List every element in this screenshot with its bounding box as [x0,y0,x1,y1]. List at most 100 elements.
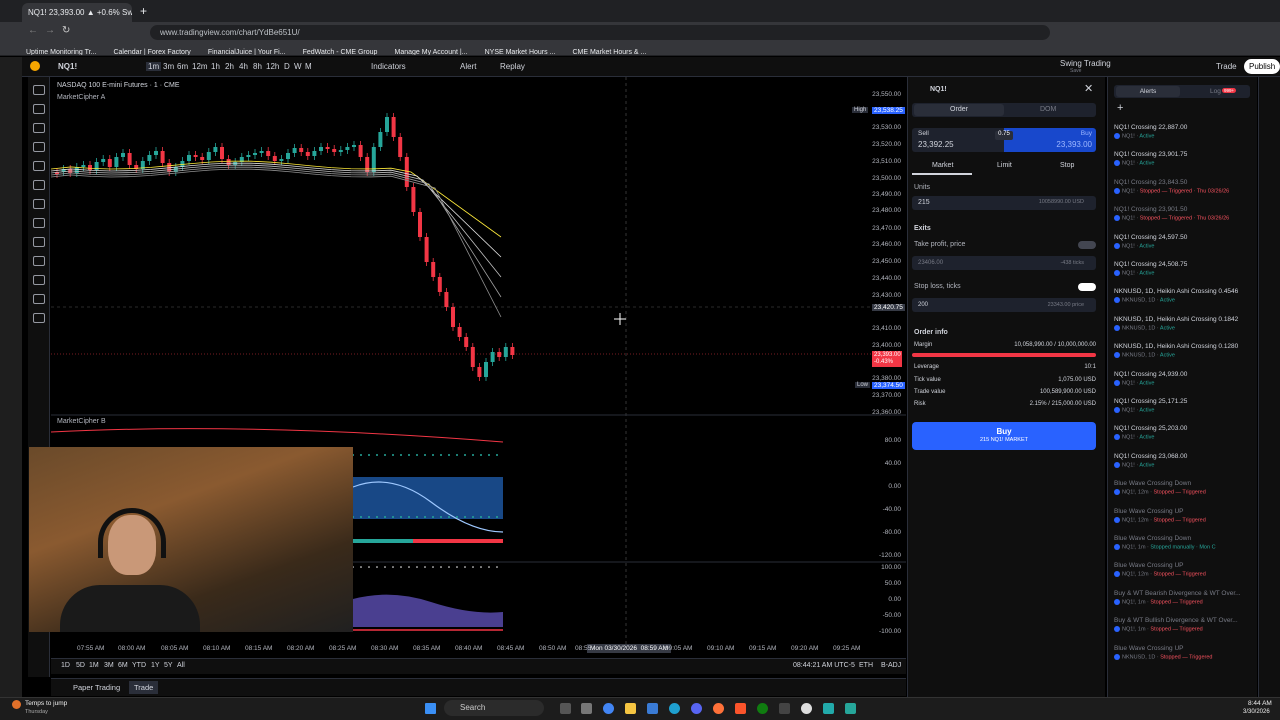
alert-item[interactable]: Blue Wave Crossing UP NKNUSD, 1D · Stoppe… [1114,645,1254,660]
weather-text[interactable]: Temps to jump [25,700,67,707]
stop-loss-toggle[interactable] [1078,283,1096,291]
forward-icon[interactable]: → [45,25,55,36]
interval-4h[interactable]: 4h [239,62,248,71]
price-axis[interactable]: 23,550.00 23,530.00 23,520.00 23,510.00 23,5… [852,77,907,657]
tab-alerts[interactable]: Alerts [1116,86,1180,97]
interval-1m[interactable]: 1m [146,62,162,71]
bookmark-item[interactable]: Calendar | Forex Factory [113,49,190,55]
bookmark-item[interactable]: FinancialJuice | Your Fi... [208,49,286,55]
alert-button[interactable]: Alert [460,62,476,71]
replay-button[interactable]: Replay [500,62,525,71]
range-ytd[interactable]: YTD [132,662,146,669]
new-tab-icon[interactable]: + [140,4,147,18]
alert-item[interactable]: NQ1! Crossing 23,843.50 NQ1! · Stopped — … [1114,179,1254,194]
folder-icon[interactable] [625,703,636,714]
range-1d[interactable]: 1D [61,662,70,669]
edge-icon[interactable] [669,703,680,714]
bookmark-item[interactable]: Manage My Account |... [395,49,468,55]
magnet-icon[interactable] [32,256,45,266]
range-5y[interactable]: 5Y [164,662,173,669]
fib-icon[interactable] [32,123,45,133]
interval-12h[interactable]: 12h [266,62,279,71]
range-6m[interactable]: 6M [118,662,128,669]
alert-item[interactable]: NQ1! Crossing 23,068.00 NQ1! · Active [1114,453,1254,468]
alert-item[interactable]: NQ1! Crossing 23,901.75 NQ1! · Active [1114,151,1254,167]
bookmark-item[interactable]: FedWatch - CME Group [303,49,378,55]
interval-w[interactable]: W [294,62,302,71]
cursor-icon[interactable] [32,85,45,95]
interval-8h[interactable]: 8h [253,62,262,71]
taskbar-date[interactable]: 3/30/2026 [1243,709,1270,715]
zoom-icon[interactable] [32,237,45,247]
brave-icon[interactable] [735,703,746,714]
layout-name[interactable]: Swing Trading [1060,59,1111,68]
mail-icon[interactable] [647,703,658,714]
interval-1h[interactable]: 1h [211,62,220,71]
interval-d[interactable]: D [284,62,290,71]
measure-icon[interactable] [32,218,45,228]
trade-button[interactable]: Trade [1216,62,1237,71]
trash-icon[interactable] [32,313,45,323]
bookmark-item[interactable]: Uptime Monitoring Tr... [26,49,96,55]
alert-item[interactable]: NQ1! Crossing 25,203.00 NQ1! · Active [1114,425,1254,441]
task-view-icon[interactable] [560,703,571,714]
pattern-icon[interactable] [32,142,45,152]
interval-2h[interactable]: 2h [225,62,234,71]
reload-icon[interactable]: ↻ [62,25,70,36]
alert-item[interactable]: Blue Wave Crossing Down NQ1!, 12m · Stopp… [1114,480,1254,496]
range-all[interactable]: All [177,662,185,669]
browser-tab[interactable]: NQ1! 23,393.00 ▲ +0.6% Swin [22,3,132,22]
symbol-search[interactable]: NQ1! [58,62,77,71]
alert-item[interactable]: Blue Wave Crossing Down NQ1!, 1m · Stoppe… [1114,535,1254,550]
tradingview-icon[interactable] [845,703,856,714]
range-1m[interactable]: 1M [89,662,99,669]
take-profit-toggle[interactable] [1078,241,1096,249]
alert-item[interactable]: NQ1! Crossing 23,901.50 NQ1! · Stopped — … [1114,206,1254,222]
trade-tab[interactable]: Trade [129,681,159,694]
chrome-icon[interactable] [603,703,614,714]
xbox-icon[interactable] [757,703,768,714]
alert-item[interactable]: NKNUSD, 1D, Heikin Ashi Crossing 0.1842 N… [1114,316,1254,331]
interval-12m[interactable]: 12m [192,62,208,71]
taskbar-search[interactable]: Search [444,700,544,716]
trend-line-icon[interactable] [32,104,45,114]
paper-trading-tab[interactable]: Paper Trading [73,683,120,692]
alert-item[interactable]: NKNUSD, 1D, Heikin Ashi Crossing 0.1280 N… [1114,343,1254,359]
bookmark-item[interactable]: NYSE Market Hours ... [485,49,556,55]
buy-market-button[interactable]: Buy 215 NQ1! MARKET [912,422,1096,450]
tab-dom[interactable]: DOM [1040,106,1056,113]
order-type-stop[interactable]: Stop [1060,162,1074,169]
eye-icon[interactable] [32,294,45,304]
alert-item[interactable]: NQ1! Crossing 25,171.25 NQ1! · Active [1114,398,1254,413]
tab-order[interactable]: Order [914,104,1004,116]
taskbar-time[interactable]: 8:44 AM [1248,700,1272,707]
alert-item[interactable]: NQ1! Crossing 24,508.75 NQ1! · Active [1114,261,1254,276]
add-alert-icon[interactable]: + [1117,102,1123,114]
alert-item[interactable]: Buy & WT Bearish Divergence & WT Over...… [1114,590,1254,605]
projection-icon[interactable] [32,161,45,171]
session-button[interactable]: ETH [859,662,873,669]
url-field[interactable]: www.tradingview.com/chart/YdBe651U/ [150,25,1050,40]
brush-icon[interactable] [32,180,45,190]
windows-start-icon[interactable] [425,703,436,714]
calculator-icon[interactable] [779,703,790,714]
alert-item[interactable]: Blue Wave Crossing UP NQ1!, 12m · Stopped… [1114,508,1254,523]
alert-item[interactable]: NQ1! Crossing 24,939.00 NQ1! · Active [1114,371,1254,386]
bookmark-item[interactable]: CME Market Hours & ... [572,49,646,55]
avatar[interactable] [30,61,40,71]
interval-6m[interactable]: 6m [177,62,188,71]
discord-icon[interactable] [691,703,702,714]
app-icon[interactable] [823,703,834,714]
alert-item[interactable]: NKNUSD, 1D, Heikin Ashi Crossing 0.4546 N… [1114,288,1254,304]
range-3m[interactable]: 3M [104,662,114,669]
interval-m[interactable]: M [305,62,312,71]
range-5d[interactable]: 5D [76,662,85,669]
tab-log[interactable]: Log [1210,88,1221,95]
adjustment-button[interactable]: B-ADJ [881,662,901,669]
alert-item[interactable]: NQ1! Crossing 24,597.50 NQ1! · Active [1114,234,1254,249]
firefox-icon[interactable] [713,703,724,714]
alert-item[interactable]: NQ1! Crossing 22,887.00 NQ1! · Active [1114,124,1254,139]
obs-icon[interactable] [801,703,812,714]
alert-item[interactable]: Buy & WT Bullish Divergence & WT Over...… [1114,617,1254,633]
publish-button[interactable]: Publish [1244,59,1280,74]
